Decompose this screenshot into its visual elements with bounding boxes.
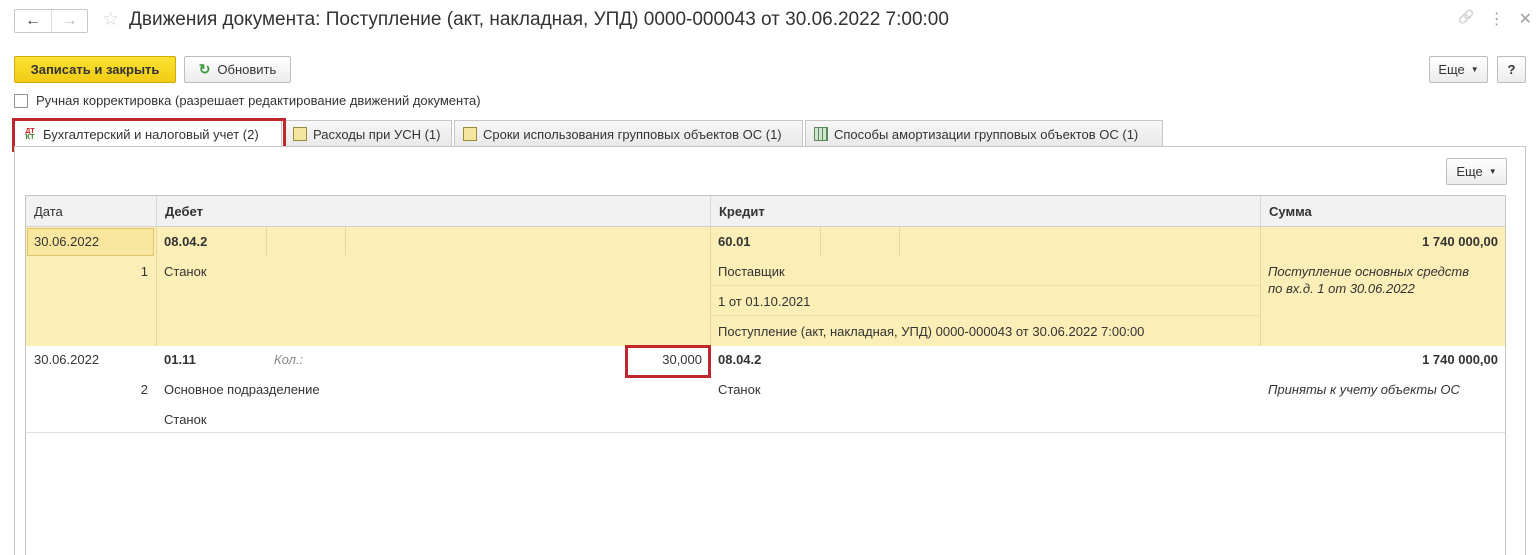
manual-correction-checkbox[interactable] [14,93,28,108]
register-icon [293,127,307,141]
credit-subconto: Поступление (акт, накладная, УПД) 0000-0… [718,324,1145,339]
credit-account: 08.04.2 [718,352,762,367]
more-button[interactable]: Еще ▼ [1429,56,1488,83]
save-and-close-label: Записать и закрыть [30,62,160,77]
column-header-date[interactable]: Дата [26,196,156,227]
entry-content: Поступление основных средств [1268,264,1469,279]
more-label: Еще [1438,62,1465,77]
tab-usage-periods[interactable]: Сроки использования групповых объектов О… [454,120,803,147]
entries-table: Дата Дебет Кредит Сумма 30.06.2022 1 08.… [25,195,1506,555]
refresh-label: Обновить [217,62,277,77]
chevron-down-icon: ▼ [1470,65,1479,74]
table-row[interactable]: 30.06.2022 1 08.04.2 Станок 60.01 Постав… [26,227,1505,346]
refresh-button[interactable]: ↻ Обновить [184,56,291,83]
table-icon [814,127,828,141]
more-label: Еще [1456,164,1483,179]
tab-label: Сроки использования групповых объектов О… [483,126,782,142]
table-more-button[interactable]: Еще ▼ [1446,158,1507,185]
debit-account: 08.04.2 [164,234,208,249]
sum-cell: 1 740 000,00 [1422,352,1498,367]
help-label: ? [1507,62,1516,77]
manual-correction-label[interactable]: Ручная корректировка (разрешает редактир… [36,93,481,108]
favorite-star-icon[interactable]: ☆ [102,8,119,31]
chevron-down-icon: ▼ [1488,167,1497,176]
register-tabs: ДТ КТ Бухгалтерский и налоговый учет (2) … [14,120,1165,148]
link-icon[interactable]: 🔗 [1458,9,1474,29]
sum-cell: 1 740 000,00 [1422,234,1498,249]
entry-content: по вх.д. 1 от 30.06.2022 [1268,281,1415,296]
manual-correction-row: Ручная корректировка (разрешает редактир… [14,93,481,108]
debit-subconto: Основное подразделение [164,382,320,397]
window-title: Движения документа: Поступление (акт, на… [129,9,949,30]
close-icon[interactable]: ✕ [1519,9,1532,29]
table-row[interactable]: 30.06.2022 2 01.11 Кол.: 30,000 Основное… [26,346,1505,433]
tab-accounting-tax[interactable]: ДТ КТ Бухгалтерский и налоговый учет (2) [14,120,282,148]
quantity-label: Кол.: [274,352,304,367]
tab-depreciation-methods[interactable]: Способы амортизации групповых объектов О… [805,120,1163,147]
column-header-sum[interactable]: Сумма [1260,196,1505,227]
debit-subconto: Станок [164,412,207,427]
tab-label: Способы амортизации групповых объектов О… [834,126,1139,142]
credit-subconto: 1 от 01.10.2021 [718,294,811,309]
column-header-debit[interactable]: Дебет [156,196,710,227]
credit-subconto: Станок [718,382,761,397]
date-cell: 30.06.2022 [34,234,100,249]
window-header: ← → ☆ Движения документа: Поступление (а… [0,0,1538,42]
forward-arrow-icon[interactable]: → [51,10,87,32]
quantity-value: 30,000 [662,352,702,367]
credit-account: 60.01 [718,234,751,249]
date-cell: 30.06.2022 [34,352,100,367]
credit-subconto: Поставщик [718,264,785,279]
entry-content: Приняты к учету объекты ОС [1268,382,1460,397]
nav-buttons: ← → [14,9,88,33]
debit-subconto: Станок [164,264,207,279]
refresh-icon: ↻ [198,61,211,77]
back-arrow-icon[interactable]: ← [15,10,51,32]
row-number: 2 [140,382,148,397]
more-icon[interactable]: ⋮ [1489,9,1505,29]
row-number: 1 [140,264,148,279]
window-actions: 🔗 ⋮ ✕ [1458,9,1532,29]
help-button[interactable]: ? [1497,56,1526,83]
dt-kt-icon: ДТ КТ [25,127,35,141]
debit-account: 01.11 [164,352,196,367]
tab-label: Расходы при УСН (1) [313,126,441,142]
tab-usn-expenses[interactable]: Расходы при УСН (1) [284,120,452,147]
save-and-close-button[interactable]: Записать и закрыть [14,56,176,83]
column-header-credit[interactable]: Кредит [710,196,1260,227]
tab-label: Бухгалтерский и налоговый учет (2) [43,127,259,142]
register-icon [463,127,477,141]
